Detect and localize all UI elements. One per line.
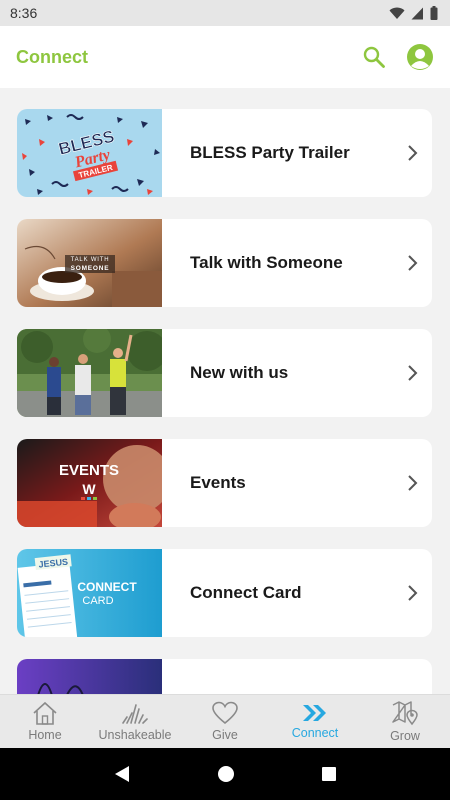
chevron-right-icon xyxy=(392,364,432,382)
status-bar: 8:36 xyxy=(0,0,450,26)
chevron-right-icon xyxy=(392,474,432,492)
connect-card-thumbnail: JESUS CONNECT CARD xyxy=(17,549,162,637)
bottom-tab-bar: Home Unshakeable Give Connect Grow xyxy=(0,694,450,748)
tab-unshakeable[interactable]: Unshakeable xyxy=(90,695,180,748)
w-logo-text: W xyxy=(82,481,96,497)
map-icon xyxy=(392,701,418,726)
bless-party-thumbnail: BLESS Party TRAILER xyxy=(17,109,162,197)
card-label: Talk with Someone xyxy=(190,253,343,272)
tab-give[interactable]: Give xyxy=(180,695,270,748)
card-label: Events xyxy=(190,473,246,492)
system-nav-bar xyxy=(0,748,450,800)
wave-icon xyxy=(122,704,148,724)
double-chevron-icon xyxy=(303,705,326,721)
search-icon[interactable] xyxy=(362,45,386,69)
heart-icon xyxy=(212,701,238,725)
chevron-right-icon xyxy=(392,144,432,162)
profile-icon[interactable] xyxy=(406,43,434,71)
tab-label: Unshakeable xyxy=(98,728,172,742)
card-events[interactable]: EVENTS W Events xyxy=(17,439,432,527)
events-text: EVENTS xyxy=(59,462,119,479)
connect-list: BLESS Party TRAILER BLESS Party Trailer xyxy=(0,88,450,694)
status-time: 8:36 xyxy=(10,5,38,21)
someone-text: SOMEONE xyxy=(71,265,110,272)
partial-card-thumbnail xyxy=(17,659,162,694)
home-circle-icon[interactable] xyxy=(217,765,235,783)
chevron-right-icon xyxy=(392,584,432,602)
app-bar: Connect xyxy=(0,26,450,88)
recents-icon[interactable] xyxy=(321,766,337,782)
back-icon[interactable] xyxy=(113,765,131,783)
tab-connect[interactable]: Connect xyxy=(270,695,360,748)
signal-icon xyxy=(411,7,423,19)
card-label: New with us xyxy=(190,363,289,382)
card-talk-with-someone[interactable]: TALK WITH SOMEONE Talk with Someone xyxy=(17,219,432,307)
card-new-with-us[interactable]: New with us xyxy=(17,329,432,417)
card-label: BLESS Party Trailer xyxy=(190,143,350,162)
connect-thumb-text: CONNECT xyxy=(77,580,137,594)
card-partial[interactable] xyxy=(17,659,432,694)
tab-grow[interactable]: Grow xyxy=(360,695,450,748)
talk-with-someone-thumbnail: TALK WITH SOMEONE xyxy=(17,219,162,307)
wifi-icon xyxy=(389,7,405,19)
tab-label: Give xyxy=(212,728,238,742)
status-icons xyxy=(389,6,438,20)
chevron-right-icon xyxy=(392,254,432,272)
card-bless-party-trailer[interactable]: BLESS Party TRAILER BLESS Party Trailer xyxy=(17,109,432,197)
events-thumbnail: EVENTS W xyxy=(17,439,162,527)
page-title: Connect xyxy=(16,46,88,67)
talk-with-text: TALK WITH xyxy=(71,257,110,263)
home-icon xyxy=(33,701,57,725)
tab-home[interactable]: Home xyxy=(0,695,90,748)
card-connect-card[interactable]: JESUS CONNECT CARD Connect Card xyxy=(17,549,432,637)
tab-label: Connect xyxy=(291,726,339,740)
card-label: Connect Card xyxy=(190,583,302,602)
tab-label: Grow xyxy=(390,729,420,743)
battery-icon xyxy=(430,6,438,20)
card-thumb-text: CARD xyxy=(82,595,113,607)
tab-label: Home xyxy=(28,728,62,742)
new-with-us-thumbnail xyxy=(17,329,162,417)
